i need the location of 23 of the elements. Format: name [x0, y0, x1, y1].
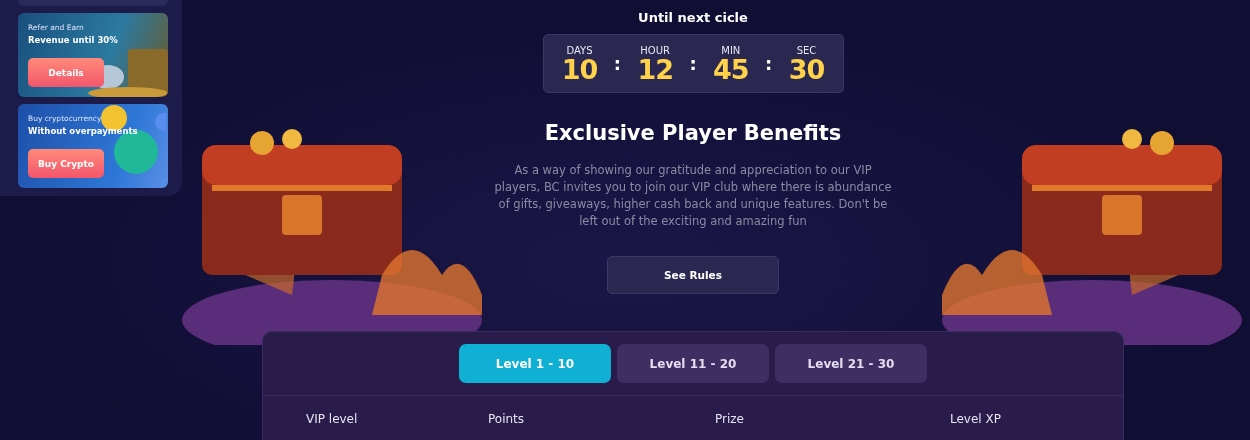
- time-separator: :: [689, 53, 697, 74]
- time-separator: :: [765, 53, 773, 74]
- time-value: 12: [637, 55, 673, 83]
- column-header: Level XP: [950, 412, 1002, 426]
- promo-headline: Without overpayments: [28, 126, 139, 136]
- level-tab[interactable]: Level 21 - 30: [775, 344, 927, 383]
- column-header: Prize: [715, 412, 745, 426]
- time-unit-label: HOUR: [640, 44, 670, 56]
- see-rules-button[interactable]: See Rules: [607, 256, 779, 294]
- column-header: Points: [488, 412, 526, 426]
- time-value: 30: [788, 55, 825, 83]
- benefits-description: As a way of showing our gratitude and appreciation to our VIP players, BC invites you to join our VIP club where there is abundance of gifts, giveaways, higher cash back and unique features. Don't be left out of the exciting and amazing fun: [493, 162, 893, 230]
- time-value: 10: [561, 55, 598, 83]
- time-unit-label: SEC: [796, 44, 817, 56]
- level-tab[interactable]: Level 11 - 20: [617, 344, 769, 383]
- column-header: VIP level: [306, 412, 359, 426]
- promo-headline: Revenue until 30%: [28, 35, 119, 45]
- time-unit-label: DAYS: [566, 44, 593, 56]
- time-value: 45: [713, 55, 749, 83]
- time-separator: :: [613, 53, 621, 74]
- countdown-title: Until next cicle: [638, 10, 748, 25]
- time-unit-label: MIN: [721, 44, 741, 56]
- benefits-heading: Exclusive Player Benefits: [544, 121, 842, 145]
